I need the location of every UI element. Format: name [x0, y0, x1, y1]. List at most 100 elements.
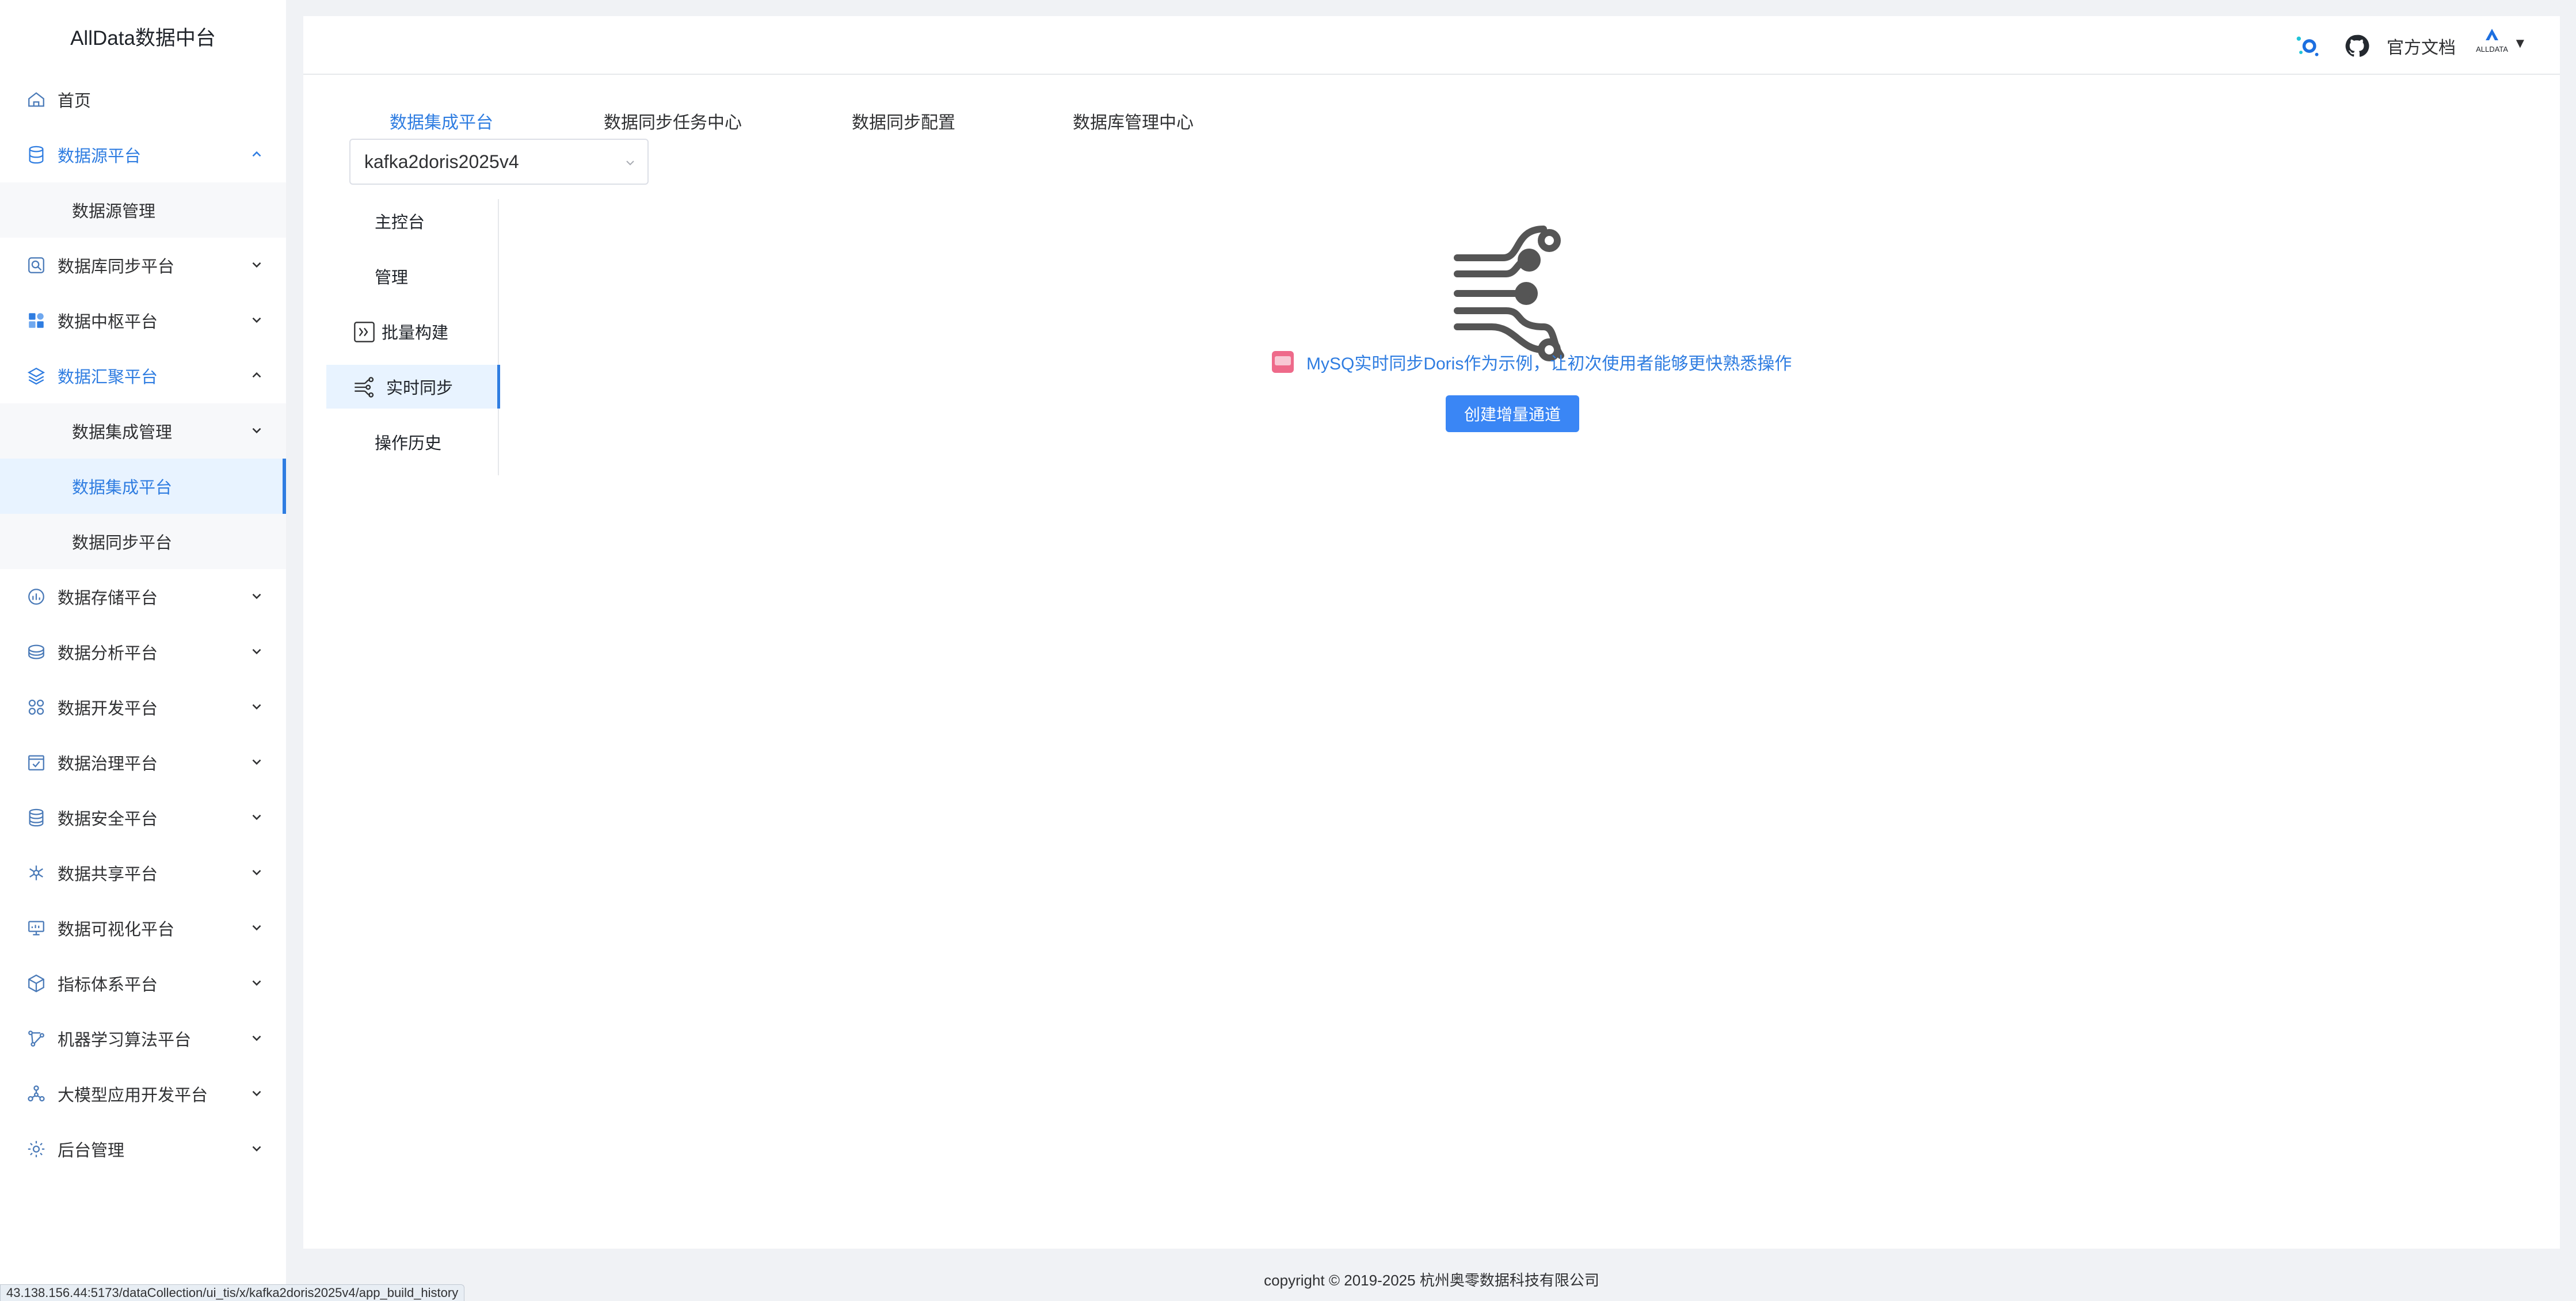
subnav-label: 操作历史 [375, 434, 442, 453]
sidebar-item-metrics-platform[interactable]: 指标体系平台 [0, 956, 286, 1011]
chevron-down-icon [249, 754, 264, 769]
top-tabs: 数据集成平台 数据同步任务中心 数据同步配置 数据库管理中心 [303, 91, 2560, 137]
pipeline-select-value: kafka2doris2025v4 [364, 151, 519, 172]
subnav-batch-build[interactable]: 批量构建 [326, 310, 499, 353]
sidebar-item-label: 数据集成平台 [72, 479, 173, 497]
realtime-sync-icon [353, 376, 376, 399]
sidebar-item-db-sync-platform[interactable]: 数据库同步平台 [0, 238, 286, 293]
sidebar-item-label: 数据库同步平台 [58, 258, 175, 276]
sidebar-item-label: 数据开发平台 [58, 700, 158, 718]
subnav-label: 实时同步 [386, 379, 454, 398]
subnav-operation-history[interactable]: 操作历史 [326, 420, 499, 464]
tab-integration-platform[interactable]: 数据集成平台 [390, 108, 493, 133]
chevron-down-icon [249, 810, 264, 825]
tab-sync-config[interactable]: 数据同步配置 [852, 108, 955, 133]
sidebar-item-integration-manage[interactable]: 数据集成管理 [0, 403, 286, 459]
bilibili-icon [1272, 351, 1294, 373]
sidebar-item-datasource-manage[interactable]: 数据源管理 [0, 182, 286, 238]
sidebar-item-integration-platform[interactable]: 数据集成平台 [0, 459, 286, 514]
sidebar-item-hub-platform[interactable]: 数据中枢平台 [0, 293, 286, 348]
alldata-avatar-icon[interactable]: ALLDATA [2473, 24, 2511, 62]
layers-icon [26, 366, 46, 386]
footer-copyright: copyright © 2019-2025 杭州奥零数据科技有限公司 [1264, 1272, 1599, 1289]
sidebar-item-label: 后台管理 [58, 1142, 125, 1160]
chevron-up-icon [249, 147, 264, 162]
sync-db-icon [26, 255, 46, 275]
home-icon [26, 90, 46, 109]
security-icon [26, 808, 46, 827]
chevron-down-icon [249, 423, 264, 438]
chevron-down-icon [249, 975, 264, 990]
main-content: 官方文档 ALLDATA ▼ 数据集成平台 数据同步任务中心 数据同步配置 数据… [303, 16, 2560, 1249]
sidebar-item-home[interactable]: 首页 [0, 72, 286, 127]
sidebar-item-label: 首页 [58, 92, 92, 110]
sidebar-item-label: 机器学习算法平台 [58, 1031, 192, 1050]
github-icon[interactable] [2344, 33, 2369, 59]
chevron-down-icon [249, 257, 264, 272]
llm-icon [26, 1084, 46, 1104]
app-logo-icon[interactable] [2295, 33, 2320, 59]
sidebar-item-label: 数据共享平台 [58, 865, 158, 884]
subnav-realtime-sync[interactable]: 实时同步 [326, 365, 500, 409]
pipeline-flow-icon [1451, 223, 1572, 361]
ml-icon [26, 1029, 46, 1048]
top-navbar: 官方文档 ALLDATA ▼ [303, 16, 2560, 75]
cube-icon [26, 974, 46, 993]
sidebar-item-dev-platform[interactable]: 数据开发平台 [0, 680, 286, 735]
chevron-down-icon [249, 312, 264, 327]
sidebar-item-aggregation-platform[interactable]: 数据汇聚平台 [0, 348, 286, 403]
sidebar-item-analysis-platform[interactable]: 数据分析平台 [0, 624, 286, 680]
sidebar-item-label: 数据中枢平台 [58, 313, 158, 331]
chevron-down-icon [249, 1086, 264, 1101]
sidebar-item-security-platform[interactable]: 数据安全平台 [0, 790, 286, 845]
chevron-down-icon [249, 589, 264, 604]
sidebar-item-label: 数据可视化平台 [58, 921, 175, 939]
sidebar-item-label: 数据源管理 [72, 203, 156, 221]
pipeline-select[interactable]: kafka2doris2025v4 [349, 139, 649, 185]
subnav-label: 管理 [375, 269, 409, 287]
dev-icon [26, 697, 46, 717]
example-hint: MySQ实时同步Doris作为示例，让初次使用者能够更快熟悉操作 [1272, 348, 1792, 376]
sidebar-item-label: 数据集成管理 [72, 424, 173, 442]
governance-icon [26, 753, 46, 772]
sidebar-item-label: 数据源平台 [58, 147, 142, 166]
sidebar-item-label: 数据治理平台 [58, 755, 158, 773]
tab-db-management-center[interactable]: 数据库管理中心 [1073, 108, 1194, 133]
sidebar-item-llm-platform[interactable]: 大模型应用开发平台 [0, 1066, 286, 1121]
share-icon [26, 863, 46, 883]
sidebar-item-ml-platform[interactable]: 机器学习算法平台 [0, 1011, 286, 1066]
sidebar-item-label: 数据分析平台 [58, 644, 158, 663]
avatar-label: ALLDATA [2476, 45, 2508, 54]
sidebar-item-visualization-platform[interactable]: 数据可视化平台 [0, 901, 286, 956]
create-incremental-channel-button[interactable]: 创建增量通道 [1446, 395, 1579, 432]
sidebar-item-label: 数据同步平台 [72, 534, 173, 552]
caret-down-icon[interactable]: ▼ [2513, 36, 2527, 52]
pipeline-subnav: 主控台 管理 批量构建 实时同步 操作历史 [326, 199, 500, 475]
subnav-label: 批量构建 [382, 324, 449, 342]
sidebar-item-share-platform[interactable]: 数据共享平台 [0, 845, 286, 901]
sidebar-item-sync-platform[interactable]: 数据同步平台 [0, 514, 286, 569]
sidebar-item-storage-platform[interactable]: 数据存储平台 [0, 569, 286, 624]
sidebar-item-label: 数据存储平台 [58, 589, 158, 608]
batch-build-icon [353, 321, 376, 344]
sidebar-item-admin[interactable]: 后台管理 [0, 1121, 286, 1177]
example-hint-link[interactable]: MySQ实时同步Doris作为示例，让初次使用者能够更快熟悉操作 [1306, 349, 1792, 375]
sidebar-item-governance-platform[interactable]: 数据治理平台 [0, 735, 286, 790]
analysis-icon [26, 642, 46, 662]
browser-status-url: 43.138.156.44:5173/dataCollection/ui_tis… [0, 1284, 465, 1301]
sidebar-item-datasource-platform[interactable]: 数据源平台 [0, 127, 286, 182]
sidebar-item-label: 数据汇聚平台 [58, 368, 158, 387]
sidebar-item-label: 指标体系平台 [58, 976, 158, 994]
subnav-manage[interactable]: 管理 [326, 254, 499, 298]
chevron-down-icon [249, 699, 264, 714]
chevron-down-icon [249, 865, 264, 880]
official-docs-link[interactable]: 官方文档 [2387, 33, 2456, 59]
chevron-down-icon [623, 156, 637, 170]
chevron-down-icon [249, 1031, 264, 1046]
chevron-down-icon [249, 644, 264, 659]
tab-sync-task-center[interactable]: 数据同步任务中心 [604, 108, 742, 133]
subnav-console[interactable]: 主控台 [326, 199, 499, 243]
database-icon [26, 145, 46, 165]
settings-icon [26, 1139, 46, 1159]
sidebar: AllData数据中台 首页 数据源平台 数据源管理 数据库同步平台 数据中枢平… [0, 0, 286, 1300]
